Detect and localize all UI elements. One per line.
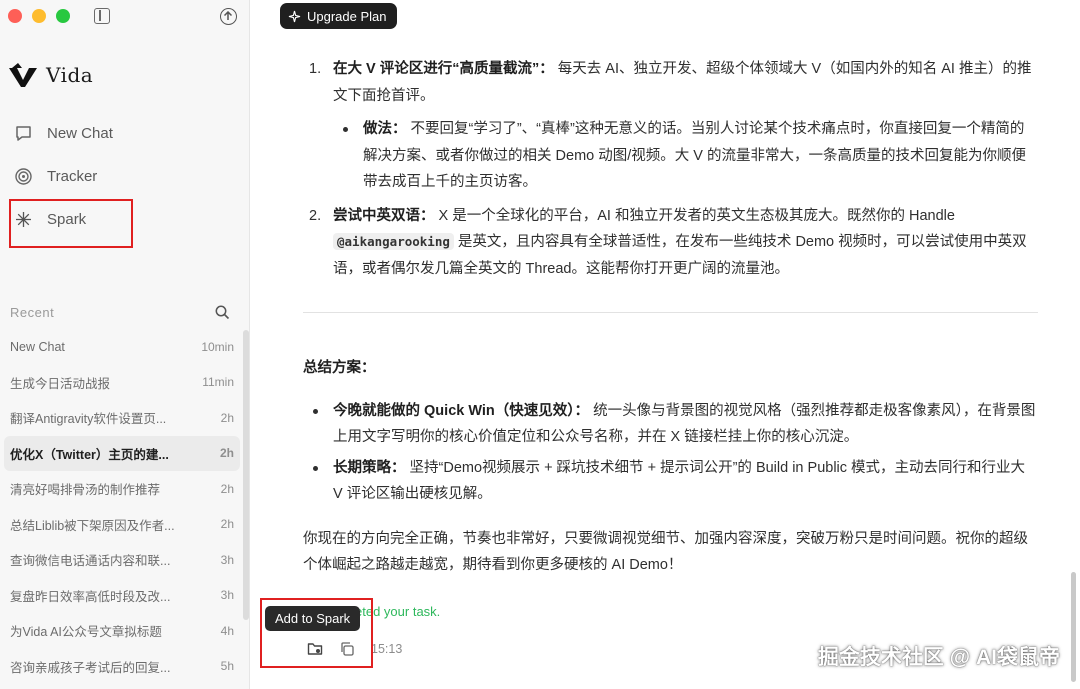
item-heading: 长期策略： xyxy=(333,459,406,476)
list-item[interactable]: 翻译Antigravity软件设置页... 2h xyxy=(0,400,244,436)
nav-tracker[interactable]: Tracker xyxy=(14,167,97,186)
list-item[interactable]: New Chat 10min xyxy=(0,329,244,365)
chat-time: 4h xyxy=(220,623,234,638)
item-heading: 在大 V 评论区进行“高质量截流”： xyxy=(333,61,554,77)
search-icon[interactable] xyxy=(215,305,230,320)
chat-main: Upgrade Plan 1. 在大 V 评论区进行“高质量截流”： 每天去 A… xyxy=(251,0,1080,689)
window-controls xyxy=(8,9,70,23)
main-scrollbar[interactable] xyxy=(1071,572,1076,682)
chat-title: 总结Liblib被下架原因及作者... xyxy=(10,518,175,533)
chat-time: 3h xyxy=(220,588,234,603)
divider xyxy=(303,312,1038,313)
list-item[interactable]: 为Vida AI公众号文章拟标题 4h xyxy=(0,613,244,649)
list-item[interactable]: 清亮好喝排骨汤的制作推荐 2h xyxy=(0,471,244,507)
item-text: X 是一个全球化的平台，AI 和独立开发者的英文生态极其庞大。既然你的 Hand… xyxy=(434,207,955,224)
item-text: 坚持“Demo视频展示 + 踩坑技术细节 + 提示词公开”的 Build in … xyxy=(333,459,1026,503)
list-item: 2. 尝试中英双语： X 是一个全球化的平台，AI 和独立开发者的英文生态极其庞… xyxy=(303,203,1038,283)
item-heading: 做法： xyxy=(363,121,407,137)
chat-title: 查询微信电话通话内容和联... xyxy=(10,554,171,569)
maximize-window-button[interactable] xyxy=(56,9,70,23)
chat-bubble-icon xyxy=(16,126,31,141)
chat-time: 2h xyxy=(220,517,234,532)
summary-title: 总结方案： xyxy=(303,360,376,376)
sidebar-toggle-icon[interactable] xyxy=(94,8,110,24)
arrow-up-circle-icon[interactable] xyxy=(220,8,237,25)
recent-header: Recent xyxy=(10,305,230,320)
handle-code: @aikangarooking xyxy=(333,233,454,250)
list-number: 2. xyxy=(309,207,322,224)
sparkle-icon xyxy=(288,10,301,22)
minimize-window-button[interactable] xyxy=(32,9,46,23)
sidebar: Vida New Chat Tracker Spark Recent New C… xyxy=(0,0,250,689)
chat-time: 2h xyxy=(219,446,234,461)
item-heading: 尝试中英双语： xyxy=(333,207,435,224)
chat-time: 5h xyxy=(220,659,234,674)
chat-time: 10min xyxy=(201,339,234,354)
list-item[interactable]: 查询微信电话通话内容和联... 3h xyxy=(0,542,244,578)
upgrade-plan-button[interactable]: Upgrade Plan xyxy=(280,3,397,29)
list-item: 1. 在大 V 评论区进行“高质量截流”： 每天去 AI、独立开发、超级个体领域… xyxy=(303,56,1038,109)
item-text: 不要回复“学习了”、“真棒”这种无意义的话。当别人讨论某个技术痛点时，你直接回复… xyxy=(363,121,1026,190)
upgrade-plan-label: Upgrade Plan xyxy=(307,8,387,24)
item-heading: 今晚就能做的 Quick Win（快速见效）： xyxy=(333,402,590,419)
app-logo: Vida xyxy=(8,62,93,88)
list-item[interactable]: 生成今日活动战报 11min xyxy=(0,365,244,401)
list-item[interactable]: 复盘昨日效率高低时段及改... 3h xyxy=(0,578,244,614)
chat-time: 3h xyxy=(220,552,234,567)
nav-new-chat-label: New Chat xyxy=(47,125,113,142)
list-item: 今晚就能做的 Quick Win（快速见效）： 统一头像与背景图的视觉风格（强烈… xyxy=(303,398,1038,451)
watermark: 掘金技术社区 @ AI袋鼠帝 xyxy=(817,646,1060,669)
nav-new-chat[interactable]: New Chat xyxy=(14,124,113,143)
chat-title: 优化X（Twitter）主页的建... xyxy=(10,447,169,462)
assistant-message: 1. 在大 V 评论区进行“高质量截流”： 每天去 AI、独立开发、超级个体领域… xyxy=(303,56,1038,579)
chat-title: 为Vida AI公众号文章拟标题 xyxy=(10,625,162,640)
action-highlight-box xyxy=(260,598,373,668)
chat-time: 11min xyxy=(202,375,234,390)
chat-time: 2h xyxy=(220,481,234,496)
spark-highlight-box xyxy=(9,199,133,248)
chat-title: 复盘昨日效率高低时段及改... xyxy=(10,589,171,604)
chat-title: 翻译Antigravity软件设置页... xyxy=(10,412,167,427)
list-item[interactable]: 总结Liblib被下架原因及作者... 2h xyxy=(0,507,244,543)
closing-paragraph: 你现在的方向完全正确，节奏也非常好，只要微调视觉细节、加强内容深度，突破万粉只是… xyxy=(303,530,1028,574)
list-item[interactable]: 咨询亲戚孩子考试后的回复... 5h xyxy=(0,649,244,685)
close-window-button[interactable] xyxy=(8,9,22,23)
list-number: 1. xyxy=(309,61,322,77)
list-item-active[interactable]: 优化X（Twitter）主页的建... 2h xyxy=(4,435,240,471)
chat-title: 清亮好喝排骨汤的制作推荐 xyxy=(10,483,161,498)
chat-title: New Chat xyxy=(10,339,65,354)
recent-chat-list: New Chat 10min 生成今日活动战报 11min 翻译Antigravit… xyxy=(0,329,244,684)
list-item: 做法： 不要回复“学习了”、“真棒”这种无意义的话。当别人讨论某个技术痛点时，你… xyxy=(333,116,1038,196)
recent-label: Recent xyxy=(10,305,55,320)
app-name: Vida xyxy=(46,63,94,87)
chat-time: 2h xyxy=(220,410,234,425)
radar-icon xyxy=(15,168,32,185)
list-item: 长期策略： 坚持“Demo视频展示 + 踩坑技术细节 + 提示词公开”的 Bui… xyxy=(303,455,1038,508)
chat-title: 咨询亲戚孩子考试后的回复... xyxy=(10,660,171,675)
message-timestamp: 15:13 xyxy=(371,642,403,656)
nav-tracker-label: Tracker xyxy=(47,168,98,185)
vida-logo-icon xyxy=(9,63,37,87)
sidebar-scrollbar[interactable] xyxy=(243,330,249,620)
chat-title: 生成今日活动战报 xyxy=(10,376,111,391)
